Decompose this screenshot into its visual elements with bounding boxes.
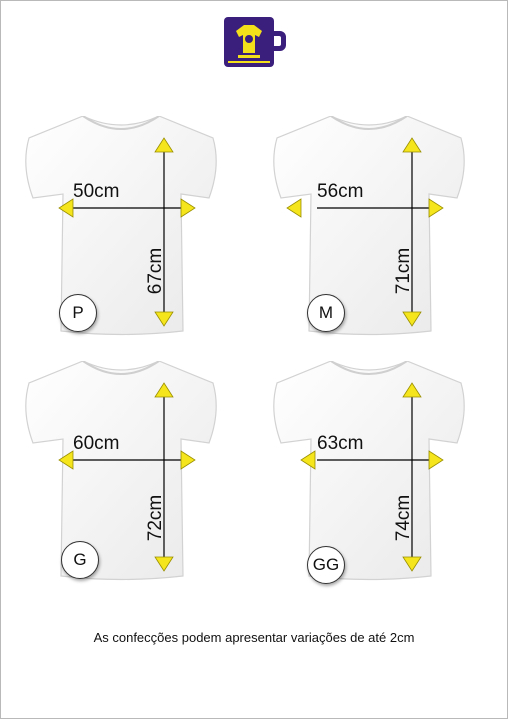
width-label: 63cm — [317, 433, 364, 454]
size-label: P — [72, 303, 84, 322]
mug-shirt-logo-icon — [224, 17, 286, 67]
arrow-right-icon — [180, 198, 196, 218]
length-label: 74cm — [393, 494, 415, 542]
width-label: 50cm — [73, 181, 120, 202]
size-badge: P — [59, 294, 97, 332]
size-card-p: 50cm 67cm P — [21, 116, 221, 336]
tshirt-icon — [25, 116, 217, 336]
length-label: 72cm — [145, 494, 167, 542]
arrow-right-icon — [428, 198, 444, 218]
tshirt-icon — [25, 361, 217, 581]
width-label: 60cm — [73, 433, 120, 454]
size-chart-page: 50cm 67cm P 56cm 71cm M 60cm 72cm G 63cm… — [0, 0, 508, 719]
size-badge: G — [61, 541, 99, 579]
size-label: M — [318, 303, 334, 322]
arrow-left-icon — [286, 198, 302, 218]
tshirt-icon — [273, 116, 465, 336]
size-card-gg: 63cm 74cm GG — [269, 361, 469, 584]
variation-note: As confecções podem apresentar variações… — [93, 630, 415, 645]
size-badge: GG — [307, 546, 345, 584]
size-label: GG — [312, 555, 340, 574]
arrow-left-icon — [300, 450, 316, 470]
tshirt-icon — [273, 361, 465, 581]
size-card-g: 60cm 72cm G — [21, 361, 221, 581]
size-card-m: 56cm 71cm M — [269, 116, 469, 336]
length-label: 67cm — [145, 247, 167, 295]
size-label: G — [73, 550, 87, 569]
arrow-right-icon — [428, 450, 444, 470]
size-badge: M — [307, 294, 345, 332]
width-label: 56cm — [317, 181, 364, 202]
length-label: 71cm — [393, 247, 415, 295]
arrow-right-icon — [180, 450, 196, 470]
